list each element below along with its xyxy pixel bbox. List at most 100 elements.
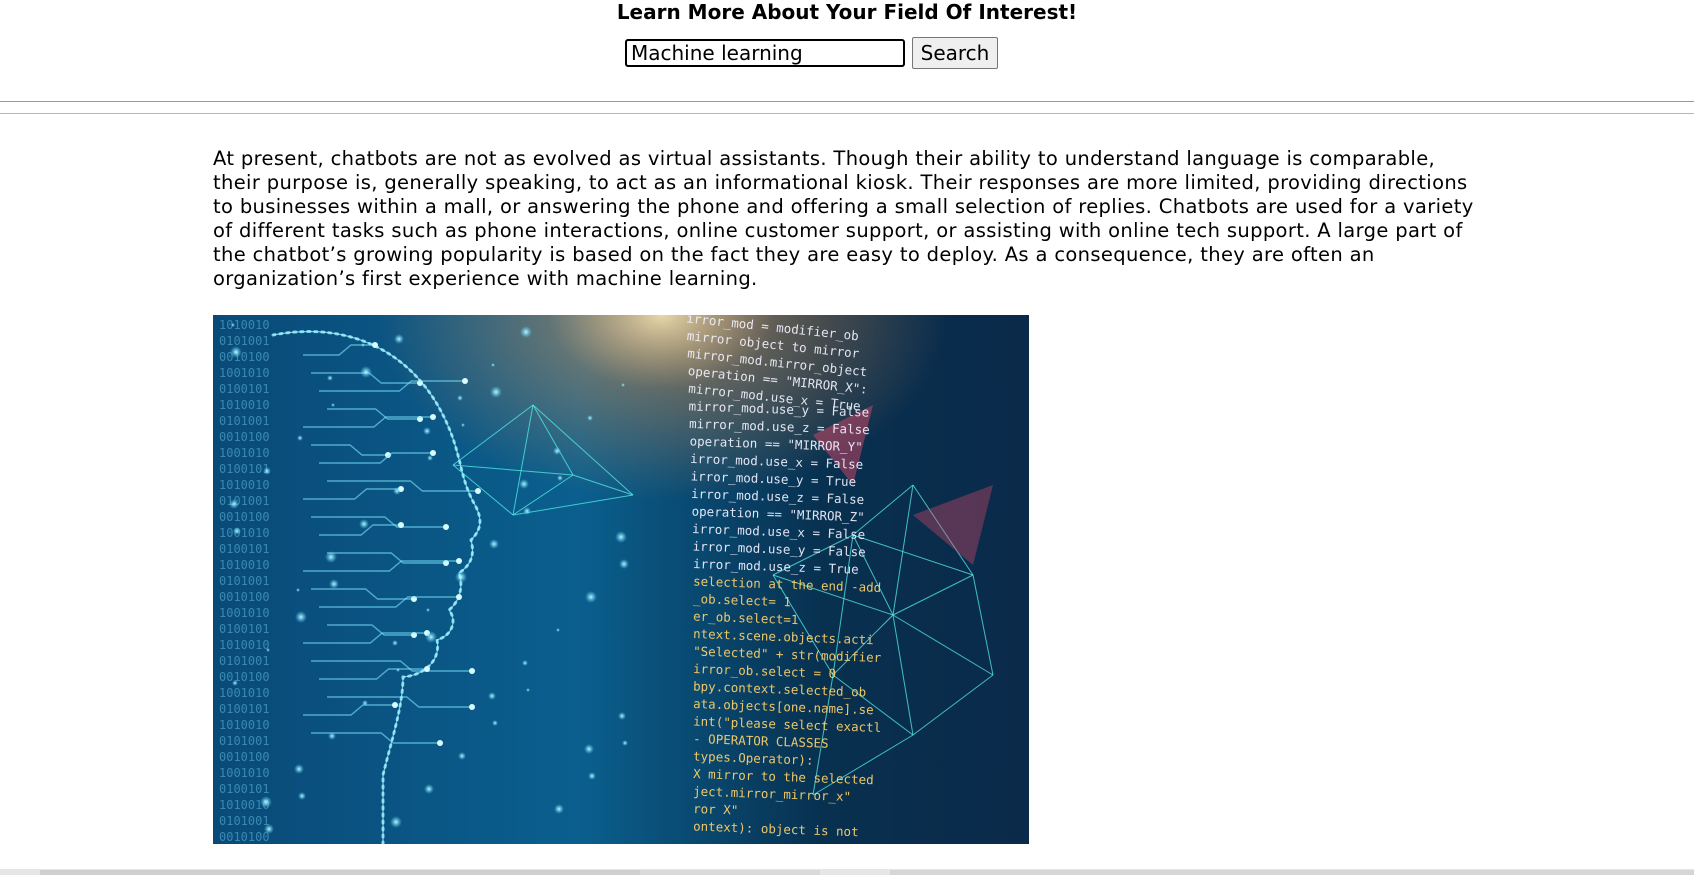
glow-dot [492,720,498,726]
glow-dot [392,640,398,646]
glow-dot [488,692,496,700]
glow-dot [393,487,401,495]
binary-text: 0100101 [219,782,270,796]
binary-text: 0101001 [219,814,270,828]
glow-dot [328,732,336,740]
binary-text: 1010010 [219,718,270,732]
glow-dot [490,386,502,398]
binary-text: 1001010 [219,606,270,620]
glow-dot [619,559,629,569]
divider-bottom [0,113,1694,114]
glow-dot [362,700,368,706]
binary-text: 0100101 [219,542,270,556]
glow-dot [615,531,627,543]
glow-dot [230,346,242,358]
glow-dot [455,571,467,583]
binary-text: 0101001 [219,574,270,588]
search-button[interactable]: Search [912,37,998,69]
scrollbar-thumb[interactable] [40,870,640,875]
glow-dot [298,792,306,800]
code-line: ror X" [693,801,739,818]
glow-dot [622,740,628,746]
glow-dot [229,499,239,509]
glow-dot [359,519,369,529]
glow-dot [263,467,271,475]
binary-text: 1001010 [219,686,270,700]
glow-dot [523,507,531,515]
scrollbar-segment [890,870,1694,875]
binary-text: 0101001 [219,334,270,348]
binary-text: 1010010 [219,638,270,652]
glow-dot [266,648,270,652]
glow-dot [554,804,564,814]
glow-dot [618,712,626,720]
glow-dot [426,608,430,612]
binary-text: 0010100 [219,750,270,764]
binary-text: 0101001 [219,734,270,748]
glow-dot [424,784,434,794]
binary-text: 0101001 [219,654,270,668]
scrollbar-segment [640,870,820,875]
glow-dot [587,415,593,421]
glow-dot [519,479,529,489]
glow-dot [423,427,431,435]
glow-dot [457,395,463,401]
binary-text: 1001010 [219,366,270,380]
binary-text: 1001010 [219,446,270,460]
glow-dot [553,447,561,455]
glow-dot [396,668,400,672]
glow-dot [294,764,304,774]
glow-dot [584,744,594,754]
binary-text: 0010100 [219,510,270,524]
article-paragraph: At present, chatbots are not as evolved … [213,147,1474,290]
glow-dot [394,334,404,344]
binary-text: 1001010 [219,526,270,540]
binary-text: 0010100 [219,350,270,364]
glow-dot [491,363,495,367]
glow-dot [233,527,241,535]
glow-dot [260,796,272,808]
glow-dot [232,680,238,686]
divider-top [0,101,1694,102]
glow-dot [556,628,560,632]
glow-dot [331,403,335,407]
glow-dot [361,343,365,347]
glow-dot [458,752,466,760]
glow-dot [264,824,274,834]
binary-text: 0010100 [219,590,270,604]
glow-dot [585,591,597,603]
glow-dot [427,455,433,461]
binary-text: 0010100 [219,830,270,844]
glow-dot [461,423,465,427]
binary-text: 0101001 [219,494,270,508]
glow-dot [390,816,402,828]
glow-dot [360,366,372,378]
glow-dot [325,551,337,563]
glow-dot [588,772,596,780]
binary-text: 0100101 [219,702,270,716]
horizontal-scrollbar[interactable] [0,869,1694,875]
glow-dot [557,475,563,481]
binary-text: 0100101 [219,382,270,396]
binary-text: 1010010 [219,318,270,332]
binary-text: 0100101 [219,462,270,476]
page-title: Learn More About Your Field Of Interest! [616,0,1078,24]
binary-text: 1010010 [219,478,270,492]
glow-dot [526,688,530,692]
binary-text: 0010100 [219,430,270,444]
glow-dot [296,588,300,592]
binary-text: 0100101 [219,622,270,636]
binary-text: 1010010 [219,398,270,412]
binary-text: 0010100 [219,670,270,684]
glow-dot [522,660,528,666]
binary-text: 1001010 [219,766,270,780]
glow-dot [520,326,532,338]
glow-dot [231,323,235,327]
glow-dot [329,579,339,589]
glow-dot [425,631,437,643]
glow-dot [489,539,499,549]
glow-dot [295,611,307,623]
binary-text: 1010010 [219,558,270,572]
search-input[interactable] [625,39,905,67]
header: Learn More About Your Field Of Interest!… [0,0,1694,100]
